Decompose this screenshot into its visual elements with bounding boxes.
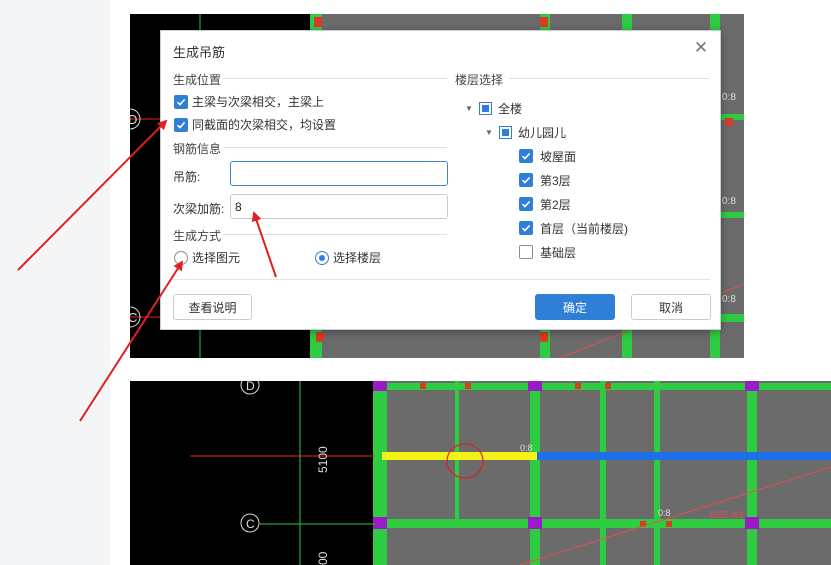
section-divider: [509, 78, 709, 79]
cad-dim-5100: 5100: [316, 446, 330, 473]
checkbox-checked-icon[interactable]: [174, 117, 188, 132]
secondary-rebar-input[interactable]: [230, 194, 448, 219]
floor-tree: ▼ 全楼 ▼ 幼儿园儿 坡屋面 第3层 第2层 首层（当前楼层) 基础层: [455, 96, 709, 265]
cad-dim-label: 0:8: [722, 92, 736, 103]
footer-divider: [173, 279, 710, 280]
checkbox-checked-icon[interactable]: [519, 149, 533, 163]
tree-node-floor[interactable]: 坡屋面: [519, 147, 576, 165]
generate-hanger-dialog: 生成吊筋 ✕ 生成位置 主梁与次梁相交，主梁上 同截面的次梁相交，均设置 钢筋信…: [160, 30, 721, 330]
cad-note: 6/2E 4/2: [710, 510, 744, 520]
checkbox-checked-icon[interactable]: [519, 221, 533, 235]
radio-selected-icon[interactable]: [315, 250, 329, 265]
section-position-label: 生成位置: [173, 73, 222, 87]
option-label: 同截面的次梁相交，均设置: [192, 118, 337, 132]
section-divider: [223, 234, 447, 235]
dialog-title: 生成吊筋: [173, 45, 226, 60]
option-same-section[interactable]: 同截面的次梁相交，均设置: [174, 116, 336, 133]
section-divider: [223, 147, 447, 148]
partial-checkbox-icon[interactable]: [479, 101, 492, 115]
tree-node-label: 全楼: [498, 101, 523, 116]
cad-view-bottom[interactable]: D C 5100 00 0:8 0:8 6/2E 4/2: [130, 381, 831, 565]
partial-checkbox-icon[interactable]: [499, 125, 512, 139]
left-panel-background: [0, 0, 110, 565]
section-floor-label: 楼层选择: [455, 73, 504, 87]
cad-dim-label: 0:8: [658, 508, 671, 518]
cad-axis-label-c: C: [246, 517, 255, 531]
tree-node-label: 首层（当前楼层): [540, 221, 628, 236]
close-icon[interactable]: ✕: [692, 39, 710, 57]
checkbox-checked-icon[interactable]: [174, 94, 188, 109]
cancel-button[interactable]: 取消: [631, 294, 711, 320]
tree-node-project[interactable]: ▼ 幼儿园儿: [485, 123, 566, 141]
tree-node-label: 基础层: [540, 245, 577, 260]
tree-node-floor[interactable]: 第2层: [519, 195, 571, 213]
help-button[interactable]: 查看说明: [173, 294, 252, 320]
method-select-floor[interactable]: 选择楼层: [315, 249, 381, 266]
cad-dim-label: 0:8: [520, 443, 533, 453]
tree-node-floor[interactable]: 首层（当前楼层): [519, 219, 628, 237]
tree-node-label: 第2层: [540, 197, 571, 212]
tree-node-label: 第3层: [540, 173, 571, 188]
radio-label: 选择图元: [192, 251, 241, 265]
section-method-label: 生成方式: [173, 229, 222, 243]
expand-triangle-icon[interactable]: ▼: [485, 128, 495, 137]
ok-button[interactable]: 确定: [535, 294, 615, 320]
checkbox-unchecked-icon[interactable]: [519, 245, 533, 259]
cad-axis-label-c: C: [130, 310, 137, 325]
cad-dim-00: 00: [316, 551, 330, 565]
tree-node-floor[interactable]: 基础层: [519, 243, 576, 261]
secondary-rebar-label: 次梁加筋:: [173, 202, 225, 216]
tree-node-all[interactable]: ▼ 全楼: [465, 99, 522, 117]
tree-node-label: 坡屋面: [540, 149, 577, 164]
section-rebar-label: 钢筋信息: [173, 142, 222, 156]
tree-node-floor[interactable]: 第3层: [519, 171, 571, 189]
hanger-label: 吊筋:: [173, 170, 201, 184]
checkbox-checked-icon[interactable]: [519, 197, 533, 211]
section-divider: [223, 78, 447, 79]
radio-label: 选择楼层: [333, 251, 382, 265]
cad-dim-label: 0:8: [722, 196, 736, 207]
cad-axis-label-d: D: [246, 381, 255, 393]
cad-dim-label: 0:8: [722, 294, 736, 305]
method-select-element[interactable]: 选择图元: [174, 249, 240, 266]
expand-triangle-icon[interactable]: ▼: [465, 104, 475, 113]
radio-unselected-icon[interactable]: [174, 250, 188, 265]
hanger-input[interactable]: [230, 161, 448, 186]
tree-node-label: 幼儿园儿: [518, 125, 567, 140]
option-main-secondary[interactable]: 主梁与次梁相交，主梁上: [174, 93, 324, 110]
option-label: 主梁与次梁相交，主梁上: [192, 95, 325, 109]
checkbox-checked-icon[interactable]: [519, 173, 533, 187]
cad-axis-label-d: D: [130, 112, 137, 127]
